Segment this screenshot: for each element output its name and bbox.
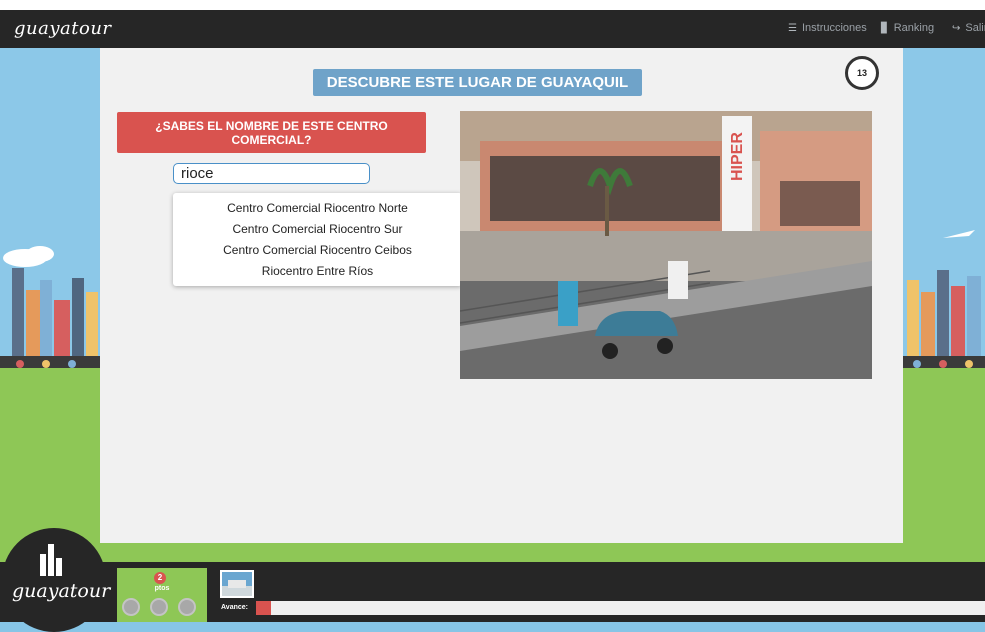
nav-instrucciones-label: Instrucciones [801,22,867,34]
city-right-illustration [903,230,985,390]
player-avatar-icon [178,598,196,616]
question-banner: ¿SABES EL NOMBRE DE ESTE CENTRO COMERCIA… [117,112,426,153]
footer-logo-text: guayatour [12,580,111,602]
player-avatar-icon [122,598,140,616]
autocomplete-dropdown: Centro Comercial Riocentro Norte Centro … [173,193,462,286]
score-card: 2 ptos [117,568,207,622]
mall-photo: HIPER [460,111,872,379]
progress-label: Avance: [221,604,248,611]
top-navbar: guayatour ☰ Instrucciones ▊ Ranking ↪ Sa… [0,10,985,48]
suggestion-item[interactable]: Centro Comercial Riocentro Sur [173,222,462,243]
top-strip [0,0,985,10]
nav-salir[interactable]: ↪ Salir [952,22,985,34]
suggestion-item[interactable]: Centro Comercial Riocentro Ceibos [173,243,462,264]
city-left-illustration [0,246,100,390]
progress-bar-fill [256,601,271,615]
suggestion-item[interactable]: Riocentro Entre Ríos [173,264,462,285]
location-thumbnail[interactable] [220,570,254,598]
game-title: DESCUBRE ESTE LUGAR DE GUAYAQUIL [313,69,642,96]
countdown-timer: 13 [845,56,879,90]
answer-input[interactable] [173,163,370,184]
city-skyline-icon [40,544,62,576]
nav-instrucciones[interactable]: ☰ Instrucciones [788,22,867,34]
logout-icon: ↪ [952,22,961,34]
bar-chart-icon: ▊ [881,22,889,34]
player-avatar-icon [150,598,168,616]
nav-ranking-label: Ranking [893,22,935,34]
nav-ranking[interactable]: ▊ Ranking [881,22,934,34]
app-logo[interactable]: guayatour [14,18,112,39]
photo-sign-text: HIPER [729,132,746,181]
score-unit-label: ptos [154,585,170,592]
nav-salir-label: Salir [965,22,985,34]
progress-bar [256,601,985,615]
suggestion-item[interactable]: Centro Comercial Riocentro Norte [173,201,462,222]
score-count-badge: 2 [154,572,166,584]
list-icon: ☰ [788,22,797,34]
